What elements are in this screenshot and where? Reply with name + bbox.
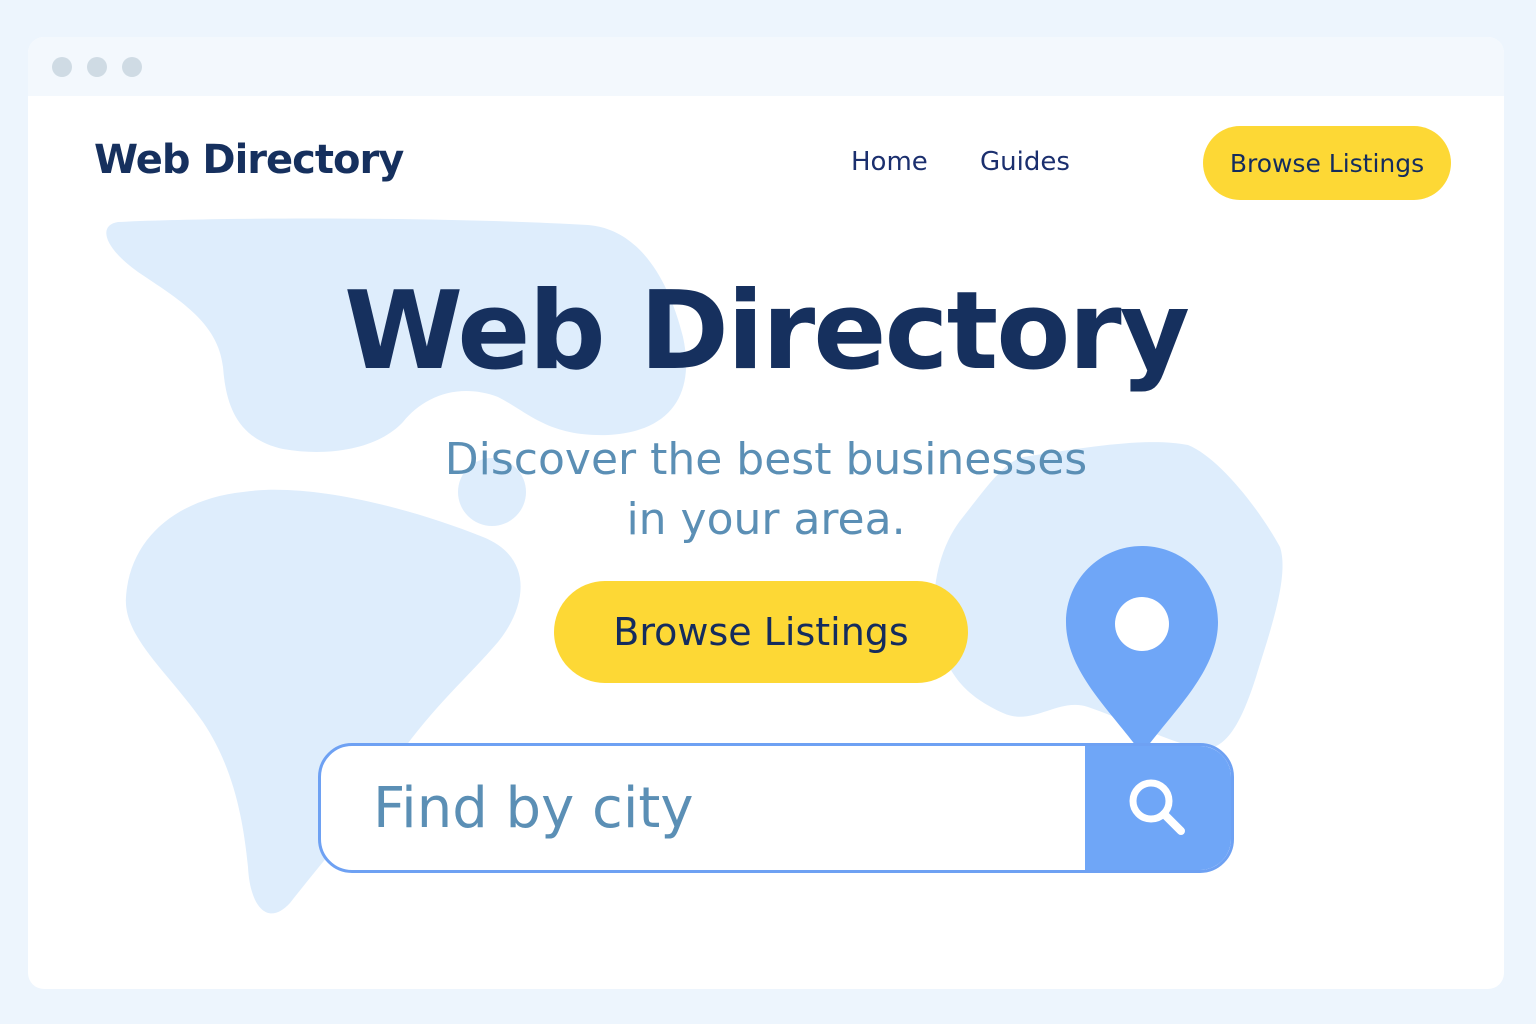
header-browse-listings-button[interactable]: Browse Listings [1203, 126, 1451, 200]
hero-subtitle: Discover the best businesses in your are… [28, 430, 1504, 550]
search-button[interactable] [1085, 746, 1231, 870]
location-pin-icon [1066, 546, 1218, 754]
window-control-dot[interactable] [122, 57, 142, 77]
nav-guides-link[interactable]: Guides [980, 147, 1070, 177]
hero-browse-listings-button[interactable]: Browse Listings [554, 581, 968, 683]
nav-home-link[interactable]: Home [851, 147, 928, 177]
window-control-dot[interactable] [52, 57, 72, 77]
search-icon [1129, 779, 1185, 835]
browser-window: Web Directory Home Guides Browse Listing… [28, 37, 1504, 989]
city-search-bar [318, 743, 1234, 873]
search-input[interactable] [321, 746, 1085, 870]
window-control-dot[interactable] [87, 57, 107, 77]
hero-title: Web Directory [343, 269, 1190, 394]
hero-subtitle-line: Discover the best businesses [444, 434, 1088, 485]
site-logo[interactable]: Web Directory [94, 137, 404, 183]
window-titlebar [28, 37, 1504, 96]
hero-subtitle-line: in your area. [626, 494, 906, 545]
